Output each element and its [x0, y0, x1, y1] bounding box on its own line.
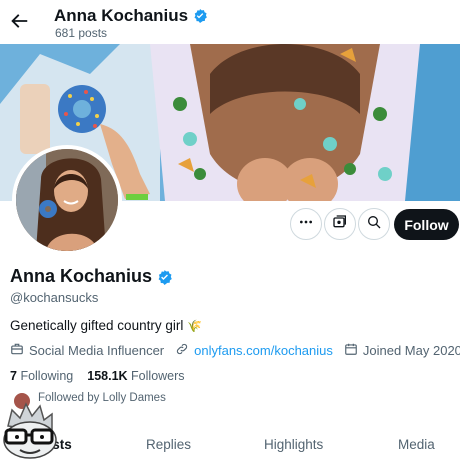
mascot-sticker — [0, 396, 60, 460]
more-icon — [298, 214, 314, 235]
follow-stats: 7 Following 158.1K Followers — [10, 369, 185, 383]
search-icon — [366, 214, 382, 235]
subscribe-icon — [332, 214, 348, 235]
followers-stat[interactable]: 158.1K Followers — [87, 369, 184, 383]
profile-name: Anna Kochanius — [10, 266, 172, 287]
header-title: Anna Kochanius — [54, 6, 208, 26]
subscribe-button[interactable] — [324, 208, 356, 240]
avatar[interactable] — [12, 145, 122, 255]
bio-text: Genetically gifted country girl — [10, 318, 184, 333]
arrow-left-icon[interactable] — [8, 10, 30, 32]
verified-badge-icon[interactable] — [156, 269, 172, 285]
top-bar: Anna Kochanius 681 posts — [0, 0, 460, 44]
tab-replies[interactable]: Replies — [146, 437, 191, 452]
briefcase-icon — [10, 342, 24, 359]
following-count: 7 — [10, 369, 17, 383]
joined-item: Joined May 2020 — [344, 342, 460, 359]
website-item[interactable]: onlyfans.com/kochanius — [175, 342, 333, 359]
following-label: Following — [20, 369, 74, 383]
profile-tabs: osts Replies Highlights Media — [0, 428, 460, 460]
link-icon — [175, 342, 189, 359]
followers-label: Followers — [131, 369, 185, 383]
following-stat[interactable]: 7 Following — [10, 369, 73, 383]
profile-handle: @kochansucks — [10, 290, 99, 305]
followers-count: 158.1K — [87, 369, 128, 383]
calendar-icon — [344, 342, 358, 359]
tab-media[interactable]: Media — [398, 437, 435, 452]
tab-highlights[interactable]: Highlights — [264, 437, 323, 452]
category-text: Social Media Influencer — [29, 343, 165, 358]
category-item: Social Media Influencer — [10, 342, 164, 359]
header-name: Anna Kochanius — [54, 6, 189, 25]
follow-button[interactable]: Follow — [394, 209, 459, 240]
post-count: 681 posts — [55, 26, 108, 40]
profile-bio: Genetically gifted country girl 🌾 — [10, 318, 202, 333]
corn-icon: 🌾 — [187, 318, 203, 333]
profile-meta: Social Media Influencer onlyfans.com/koc… — [10, 342, 460, 359]
website-link[interactable]: onlyfans.com/kochanius — [194, 343, 333, 358]
more-button[interactable] — [290, 208, 322, 240]
verified-badge-icon — [192, 8, 208, 24]
joined-text: Joined May 2020 — [362, 343, 460, 358]
search-button[interactable] — [358, 208, 390, 240]
profile-name-text: Anna Kochanius — [10, 266, 153, 286]
